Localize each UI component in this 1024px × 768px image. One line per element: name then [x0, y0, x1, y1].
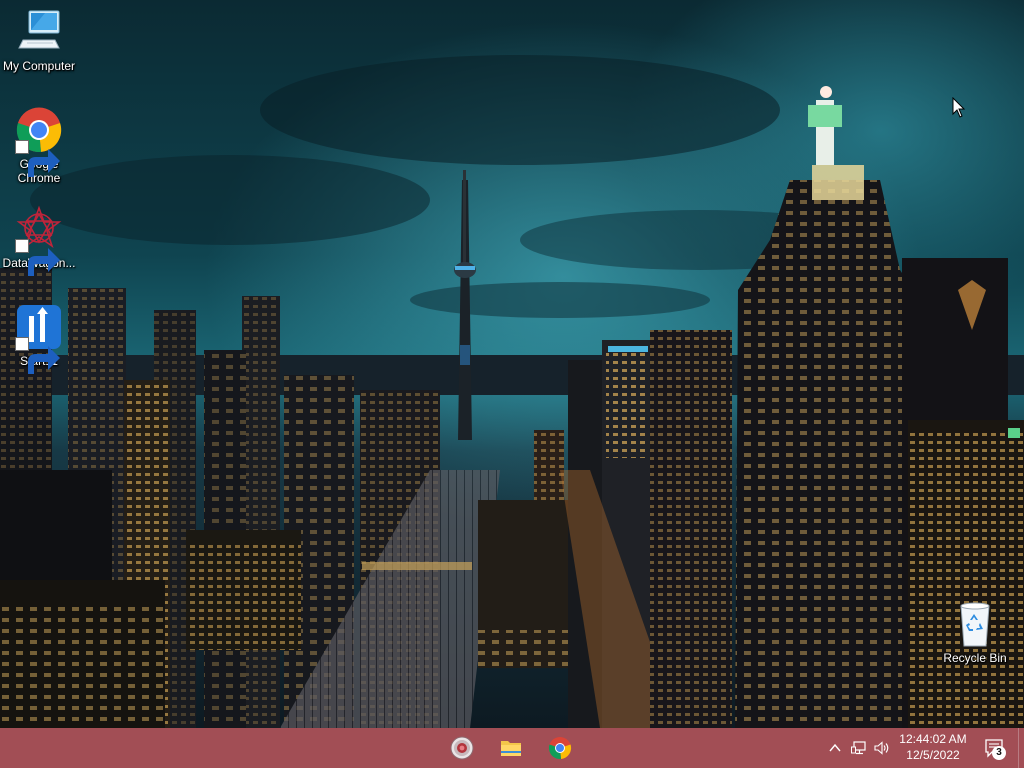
taskbar-file-explorer[interactable] [495, 732, 527, 764]
chrome-icon [548, 737, 572, 760]
show-desktop-button[interactable] [1018, 728, 1024, 768]
start-orb-icon [450, 736, 474, 760]
shortcut-arrow-icon [15, 337, 60, 374]
taskbar-google-chrome[interactable] [544, 732, 576, 764]
folder-icon [501, 741, 521, 756]
desktop-icon-my-computer[interactable]: My Computer [1, 8, 77, 73]
computer-icon [15, 8, 63, 56]
volume-icon [874, 741, 889, 755]
clock-date: 12/5/2022 [906, 748, 960, 762]
volume-button[interactable] [873, 739, 891, 757]
clock-time: 12:44:02 AM [899, 732, 967, 746]
shortcut-arrow-icon [15, 140, 60, 177]
clock[interactable]: 12:44:02 AM 12/5/2022 [898, 731, 968, 763]
mouse-cursor-icon [952, 97, 966, 118]
notification-count-badge: 3 [992, 746, 1006, 760]
desktop-icon-recycle-bin[interactable]: Recycle Bin [937, 600, 1013, 665]
desktop-icon-label: Recycle Bin [943, 651, 1007, 665]
show-hidden-icons-button[interactable] [826, 739, 844, 757]
desktop-icon-label: My Computer [2, 59, 76, 73]
taskbar: 12:44:02 AM 12/5/2022 3 [0, 728, 1024, 768]
notification-center-button[interactable]: 3 [982, 736, 1006, 760]
desktop-wallpaper [0, 0, 1024, 728]
network-icon [851, 741, 866, 755]
desktop-icon-google-chrome[interactable]: Google Chrome [1, 106, 77, 185]
network-button[interactable] [850, 739, 868, 757]
recycle-bin-icon [951, 600, 999, 648]
shortcut-arrow-icon [15, 239, 60, 276]
desktop-icon-datawagon[interactable]: DataWagon... [1, 205, 77, 276]
chrome-icon [15, 106, 63, 177]
start11-icon [15, 303, 63, 374]
desktop-icon-start11[interactable]: Start11 [1, 303, 77, 374]
chevron-up-icon [829, 743, 841, 752]
datawagon-icon [15, 205, 63, 276]
start-button[interactable] [446, 732, 478, 764]
